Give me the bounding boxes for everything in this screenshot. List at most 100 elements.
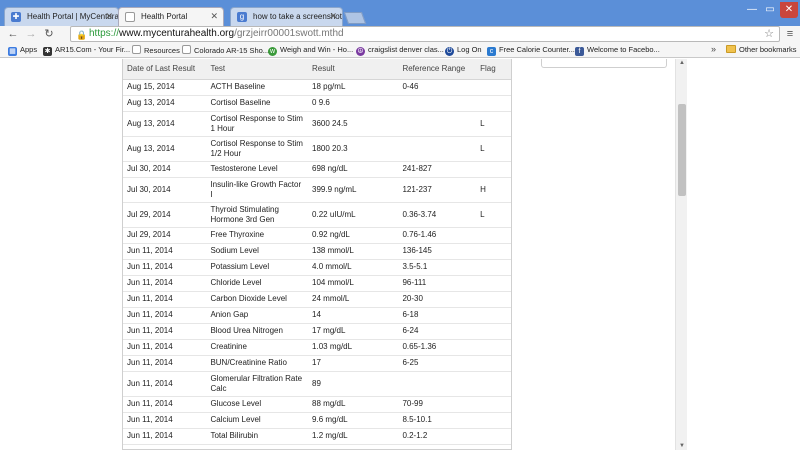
minimize-button[interactable]: —	[744, 2, 760, 18]
table-row: Jun 11, 2014 Sodium Level 138 mmol/L 136-14…	[123, 243, 511, 260]
table-row: Jun 11, 2014Aspartate Amino Transf	[123, 444, 511, 449]
result-flag	[476, 79, 511, 96]
bookmark-label: AR15.Com - Your Fir...	[55, 45, 131, 54]
result-value: 399.9 ng/mL	[308, 177, 399, 203]
side-panel	[541, 59, 667, 68]
bookmark-label: Free Calorie Counter...	[499, 45, 575, 54]
new-tab-button[interactable]	[343, 12, 367, 24]
result-reference-range: 6-24	[398, 323, 477, 340]
bookmark-facebook[interactable]: f Welcome to Facebo...	[575, 45, 660, 56]
reload-icon: ↻	[44, 28, 54, 40]
result-value: 1800 20.3	[308, 136, 399, 162]
result-value: 1.03 mg/dL	[308, 339, 399, 356]
folder-icon	[726, 45, 736, 53]
url-scheme: https://	[89, 28, 120, 39]
result-value: 0 9.6	[308, 95, 399, 112]
result-value: 9.6 mg/dL	[308, 412, 399, 429]
table-row: Jul 29, 2014 Thyroid Stimulating Hormone …	[123, 202, 511, 228]
result-date: Jul 30, 2014	[123, 161, 207, 178]
bookmark-star-icon[interactable]: ☆	[764, 27, 774, 41]
bookmark-resources[interactable]: Resources	[132, 45, 180, 56]
back-button[interactable]: ←	[6, 27, 20, 41]
result-date: Jun 11, 2014	[123, 355, 207, 372]
tab-screenshot-search[interactable]: g how to take a screenshot ✕	[230, 7, 343, 26]
result-test: Aspartate Amino Transf	[206, 444, 309, 449]
result-value: 1.2 mg/dL	[308, 428, 399, 445]
maximize-button[interactable]: ▭	[762, 2, 778, 18]
bookmarks-overflow-button[interactable]: »	[711, 44, 716, 54]
result-date: Jun 11, 2014	[123, 259, 207, 276]
bookmark-apps[interactable]: ▦ Apps	[8, 45, 37, 56]
address-bar[interactable]: 🔒 https://www.mycenturahealth.org/grzjei…	[70, 26, 780, 42]
result-date: Aug 13, 2014	[123, 136, 207, 162]
bookmark-log-on[interactable]: ⏻ Log On	[445, 45, 482, 56]
menu-button[interactable]: ≡	[784, 27, 796, 41]
result-reference-range: 6-18	[398, 307, 477, 324]
header-result[interactable]: Result	[308, 59, 399, 80]
facebook-icon: f	[575, 47, 584, 56]
result-flag	[476, 161, 511, 178]
result-value: 89	[308, 371, 399, 397]
header-test[interactable]: Test	[206, 59, 309, 80]
result-value: 0.92 ng/dL	[308, 227, 399, 244]
result-reference-range	[398, 111, 477, 137]
forward-button[interactable]: →	[24, 27, 38, 41]
table-row: Jun 11, 2014 Chloride Level 104 mmol/L 96-1…	[123, 275, 511, 292]
result-test: Carbon Dioxide Level	[206, 291, 309, 308]
result-test: Calcium Level	[206, 412, 309, 429]
result-test: Free Thyroxine	[206, 227, 309, 244]
close-icon[interactable]: ✕	[329, 11, 337, 22]
power-icon: ⏻	[445, 47, 454, 56]
result-value	[308, 444, 399, 449]
result-date: Jun 11, 2014	[123, 243, 207, 260]
result-date: Jul 29, 2014	[123, 202, 207, 228]
close-icon[interactable]: ✕	[210, 11, 218, 22]
result-value: 17 mg/dL	[308, 323, 399, 340]
lock-icon: 🔒	[76, 30, 88, 40]
bookmark-weigh-and-win[interactable]: w Weigh and Win - Ho...	[268, 45, 353, 56]
url-path: /grzjeirr00001swott.mthd	[234, 28, 344, 39]
page-scrollbar[interactable]: ▲ ▼	[675, 59, 687, 450]
scroll-thumb[interactable]	[678, 104, 686, 196]
close-window-button[interactable]: ✕	[780, 2, 798, 18]
result-date: Jul 29, 2014	[123, 227, 207, 244]
header-date[interactable]: Date of Last Result	[123, 59, 207, 80]
result-reference-range: 96-111	[398, 275, 477, 292]
bookmark-label: Weigh and Win - Ho...	[280, 45, 354, 54]
result-value: 14	[308, 307, 399, 324]
scroll-down-icon[interactable]: ▼	[678, 443, 686, 449]
result-reference-range	[398, 444, 477, 449]
result-test: ACTH Baseline	[206, 79, 309, 96]
result-reference-range: 3.5-5.1	[398, 259, 477, 276]
page-content: Date of Last Result Test Result Referenc…	[0, 59, 800, 450]
bookmark-craigslist[interactable]: ☮ craigslist denver clas...	[356, 45, 444, 56]
result-reference-range: 241-827	[398, 161, 477, 178]
result-date: Jun 11, 2014	[123, 339, 207, 356]
result-reference-range: 121-237	[398, 177, 477, 203]
result-date: Jul 30, 2014	[123, 177, 207, 203]
bookmark-label: Resources	[144, 46, 180, 55]
tab-mycentura[interactable]: ✚ Health Portal | MyCentura ✕	[4, 7, 119, 26]
lab-results-table: Date of Last Result Test Result Referenc…	[123, 59, 511, 449]
other-bookmarks[interactable]: Other bookmarks	[726, 45, 797, 55]
bookmark-ar15[interactable]: ✱ AR15.Com - Your Fir...	[43, 45, 130, 56]
reload-button[interactable]: ↻	[42, 27, 56, 41]
bookmark-calorie-counter[interactable]: c Free Calorie Counter...	[487, 45, 575, 56]
header-flag[interactable]: Flag	[476, 59, 511, 80]
table-row: Aug 13, 2014 Cortisol Baseline 0 9.6	[123, 95, 511, 112]
result-test: BUN/Creatinine Ratio	[206, 355, 309, 372]
ww-icon: w	[268, 47, 277, 56]
result-reference-range: 6-25	[398, 355, 477, 372]
result-date: Jun 11, 2014	[123, 307, 207, 324]
header-reference-range[interactable]: Reference Range	[398, 59, 477, 80]
close-icon[interactable]: ✕	[105, 11, 113, 22]
bookmark-colorado-ar15[interactable]: Colorado AR-15 Sho...	[182, 45, 269, 56]
result-flag	[476, 95, 511, 112]
result-date: Jun 11, 2014	[123, 275, 207, 292]
bookmark-label: Other bookmarks	[739, 45, 797, 54]
result-value: 24 mmol/L	[308, 291, 399, 308]
scroll-up-icon[interactable]: ▲	[678, 60, 686, 66]
result-flag	[476, 275, 511, 292]
tab-health-portal[interactable]: Health Portal ✕	[118, 7, 224, 26]
table-header-row: Date of Last Result Test Result Referenc…	[123, 59, 511, 80]
